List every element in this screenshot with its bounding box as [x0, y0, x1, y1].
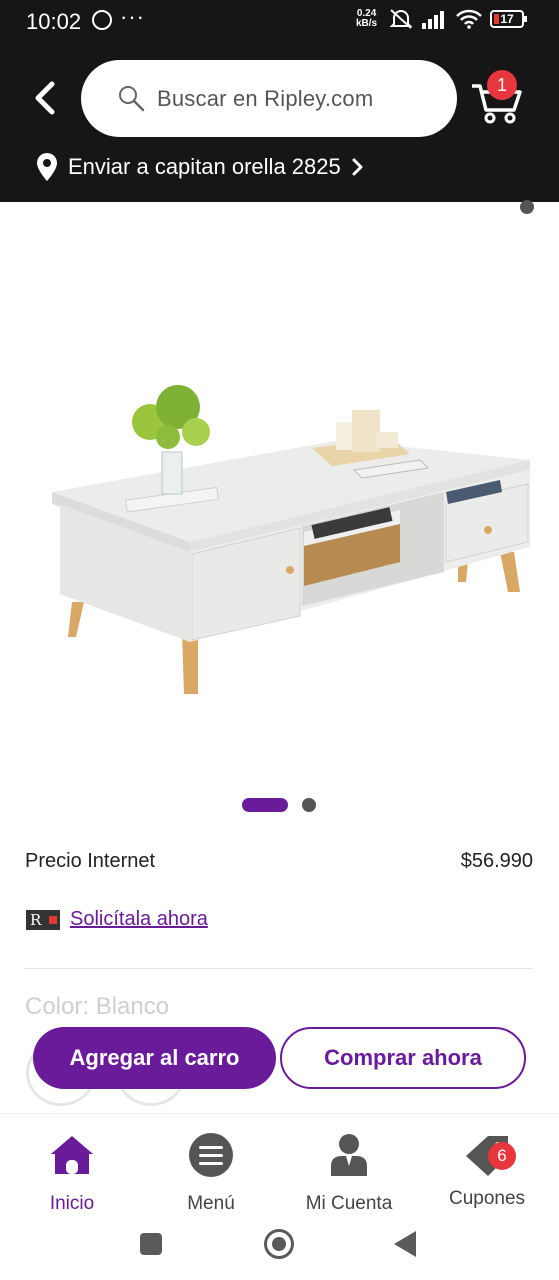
chevron-right-icon — [352, 158, 363, 176]
nav-item-menu[interactable]: Menú — [151, 1132, 271, 1215]
add-to-cart-button[interactable]: Agregar al carro — [33, 1027, 276, 1089]
search-icon — [119, 86, 145, 112]
shipping-address-text: Enviar a capitan orella 2825 — [68, 154, 341, 179]
whatsapp-icon — [92, 10, 112, 30]
system-nav-bar — [0, 1213, 559, 1280]
cart-count-badge: 1 — [487, 70, 517, 100]
location-pin-icon — [37, 153, 57, 181]
battery-icon: 17 — [490, 10, 527, 28]
wifi-icon — [456, 9, 482, 29]
carousel-dot[interactable] — [302, 798, 316, 812]
nav-item-mi-cuenta[interactable]: Mi Cuenta — [289, 1132, 409, 1215]
ripley-card-logo: R — [26, 909, 60, 930]
back-icon[interactable] — [394, 1231, 416, 1257]
more-notifications-icon: ··· — [120, 4, 145, 29]
bottom-nav: Inicio Menú Mi Cuenta 6 Cupones — [0, 1113, 559, 1215]
account-icon — [331, 1134, 367, 1176]
shipping-address-link[interactable]: Enviar a capitan orella 2825 — [36, 152, 365, 182]
status-time: 10:02 — [26, 9, 82, 34]
divider — [25, 968, 533, 969]
network-speed: 0.24 kB/s — [356, 8, 378, 29]
nav-item-cupones[interactable]: 6 Cupones — [427, 1132, 547, 1210]
menu-icon — [189, 1133, 233, 1177]
carousel-pagination — [0, 798, 559, 818]
recent-apps-icon[interactable] — [140, 1233, 162, 1255]
home-icon — [51, 1136, 93, 1174]
coupon-count-badge: 6 — [488, 1142, 516, 1170]
status-bar: 10:02 ··· 0.24 kB/s 17 — [0, 0, 559, 42]
carousel-dot-active[interactable] — [242, 798, 288, 812]
signal-icon — [422, 11, 444, 29]
request-card-link[interactable]: Solicítala ahora — [70, 908, 208, 931]
home-button-icon[interactable] — [264, 1229, 294, 1259]
search-placeholder: Buscar en Ripley.com — [157, 86, 374, 111]
buy-now-button[interactable]: Comprar ahora — [280, 1027, 526, 1089]
back-arrow-icon[interactable] — [30, 78, 60, 118]
price-value: $56.990 — [460, 850, 533, 872]
credit-card-promo: R Solicítala ahora — [26, 908, 208, 931]
search-input[interactable]: Buscar en Ripley.com — [81, 60, 457, 137]
color-label: Color: Blanco — [25, 993, 170, 1020]
product-image-carousel[interactable] — [0, 200, 559, 832]
price-label: Precio Internet — [25, 850, 156, 872]
nav-item-inicio[interactable]: Inicio — [12, 1132, 132, 1215]
app-header: Buscar en Ripley.com 1 Enviar a capitan … — [0, 42, 559, 202]
product-image — [52, 385, 530, 694]
mute-icon — [389, 9, 413, 29]
